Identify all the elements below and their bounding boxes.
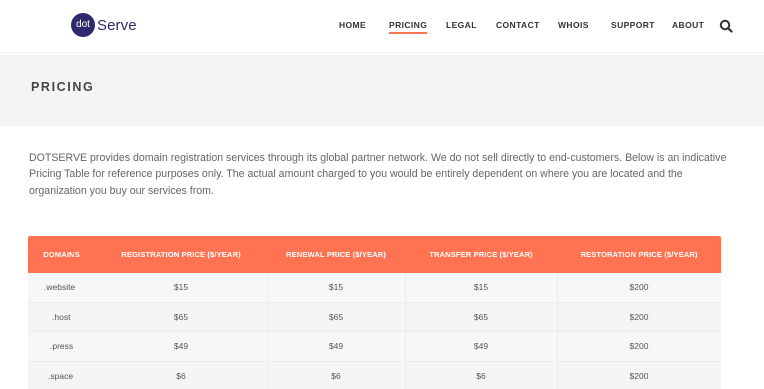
intro-paragraph: DOTSERVE provides domain registration se…	[29, 152, 727, 197]
nav-item-contact[interactable]: CONTACT	[496, 20, 540, 30]
active-nav-underline	[389, 32, 428, 34]
nav-item-support[interactable]: SUPPORT	[611, 20, 655, 30]
nav-item-legal[interactable]: LEGAL	[446, 20, 477, 30]
column-header-registration: REGISTRATION PRICE ($/YEAR)	[121, 250, 241, 259]
registration-price-cell: $6	[176, 370, 186, 381]
nav-item-whois[interactable]: WHOIS	[558, 20, 589, 30]
site-header: dot Serve HOME PRICING LEGAL CONTACT WHO…	[0, 0, 764, 53]
renewal-price-cell: $15	[328, 282, 344, 292]
logo[interactable]: dot Serve	[71, 13, 137, 37]
column-header-domains: DOMAINS	[43, 250, 80, 259]
column-header-transfer: TRANSFER PRICE ($/YEAR)	[429, 250, 533, 259]
pricing-table-body: .website $15 $15 $15 $200 .host $65 $65 …	[28, 273, 721, 389]
transfer-price-cell: $65	[473, 311, 489, 322]
page-title: PRICING	[31, 80, 95, 94]
logo-mark: dot	[71, 13, 95, 37]
table-row: .space $6 $6 $6 $200	[28, 361, 721, 389]
table-row: .host $65 $65 $65 $200	[28, 302, 721, 332]
domain-cell: .space	[48, 370, 74, 381]
renewal-price-cell: $65	[328, 311, 344, 322]
domain-cell: .host	[52, 311, 71, 322]
page-title-band: PRICING	[0, 54, 764, 126]
table-row: .press $49 $49 $49 $200	[28, 332, 721, 362]
logo-text: Serve	[97, 16, 137, 34]
transfer-price-cell: $15	[473, 282, 489, 292]
nav-item-pricing[interactable]: PRICING	[389, 20, 428, 34]
nav-item-pricing-label: PRICING	[389, 20, 428, 30]
transfer-price-cell: $49	[473, 341, 489, 351]
registration-price-cell: $49	[173, 341, 189, 351]
column-header-renewal: RENEWAL PRICE ($/YEAR)	[286, 250, 386, 259]
registration-price-cell: $65	[173, 311, 189, 322]
renewal-price-cell: $6	[331, 370, 341, 381]
restoration-price-cell: $200	[629, 311, 649, 322]
domain-cell: .press	[50, 341, 74, 351]
restoration-price-cell: $200	[629, 341, 649, 351]
column-header-restoration: RESTORATION PRICE ($/YEAR)	[580, 250, 698, 259]
domain-cell: .website	[44, 282, 76, 292]
nav-item-home[interactable]: HOME	[339, 20, 366, 30]
restoration-price-cell: $200	[629, 282, 649, 292]
nav-item-about[interactable]: ABOUT	[672, 20, 704, 30]
pricing-table-header: DOMAINS REGISTRATION PRICE ($/YEAR) RENE…	[28, 236, 721, 273]
restoration-price-cell: $200	[629, 370, 649, 381]
pricing-table: DOMAINS REGISTRATION PRICE ($/YEAR) RENE…	[28, 236, 721, 389]
transfer-price-cell: $6	[476, 370, 486, 381]
registration-price-cell: $15	[173, 282, 189, 292]
renewal-price-cell: $49	[328, 341, 344, 351]
table-row: .website $15 $15 $15 $200	[28, 273, 721, 303]
search-icon[interactable]	[719, 19, 733, 33]
